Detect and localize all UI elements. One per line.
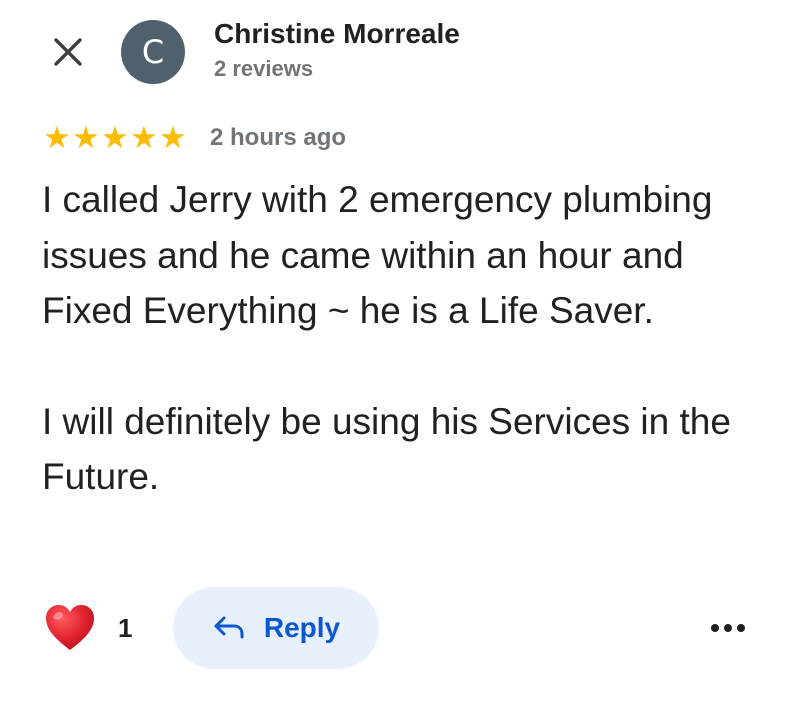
star-icon: ★ bbox=[72, 120, 100, 156]
star-icon: ★ bbox=[130, 120, 158, 156]
reply-arrow-icon bbox=[214, 616, 244, 639]
close-icon bbox=[54, 38, 82, 66]
reply-label: Reply bbox=[263, 612, 341, 643]
rating-row: ★ ★ ★ ★ ★ 2 hours ago bbox=[43, 120, 346, 156]
review-paragraph: I will definitely be using his Services … bbox=[42, 400, 731, 498]
like-button[interactable]: 1 bbox=[44, 600, 132, 656]
star-icon: ★ bbox=[101, 120, 129, 156]
star-rating: ★ ★ ★ ★ ★ bbox=[43, 120, 188, 156]
heart-icon bbox=[46, 605, 94, 650]
close-button[interactable] bbox=[46, 30, 90, 74]
like-count: 1 bbox=[118, 612, 133, 643]
avatar-letter: C bbox=[141, 33, 165, 71]
star-icon: ★ bbox=[159, 120, 187, 156]
star-icon: ★ bbox=[43, 120, 71, 156]
reviewer-review-count: 2 reviews bbox=[214, 56, 314, 81]
reviewer-name[interactable]: Christine Morreale bbox=[214, 18, 460, 50]
more-horizontal-icon bbox=[711, 624, 745, 632]
avatar[interactable]: C bbox=[121, 20, 185, 84]
review-timestamp: 2 hours ago bbox=[210, 124, 347, 151]
reply-button[interactable]: Reply bbox=[173, 587, 379, 669]
review-paragraph: I called Jerry with 2 emergency plumbing… bbox=[42, 179, 713, 331]
review-body: I called Jerry with 2 emergency plumbing… bbox=[42, 172, 782, 505]
more-options-button[interactable] bbox=[706, 610, 750, 646]
